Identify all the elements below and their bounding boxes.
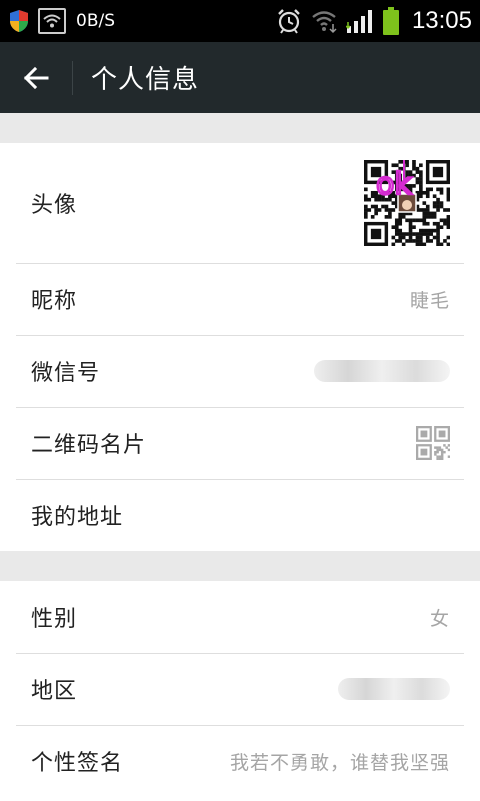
nickname-value: 睫毛 — [409, 289, 450, 312]
wifi-icon — [312, 11, 337, 34]
signature-value: 我若不勇敢，谁替我坚强 — [229, 751, 450, 774]
wechat-id-row[interactable]: 微信号 — [0, 335, 480, 407]
battery-icon — [382, 7, 399, 35]
page-title: 个人信息 — [91, 65, 200, 95]
profile-group: 头像 ok 昵称 睫毛 微信号 二维码名片 我的地址 — [0, 143, 480, 551]
region-label: 地区 — [31, 679, 78, 704]
gender-label: 性别 — [31, 607, 78, 632]
address-label: 我的地址 — [31, 505, 124, 530]
signal-icon — [345, 10, 372, 33]
details-group: 性别 女 地区 个性签名 我若不勇敢，谁替我坚强 — [0, 581, 480, 801]
qr-card-label: 二维码名片 — [31, 433, 147, 458]
status-bar: 0B/S 13:05 — [0, 0, 480, 42]
region-row[interactable]: 地区 — [0, 653, 480, 725]
avatar-qr-image: ok — [364, 160, 450, 246]
signature-row[interactable]: 个性签名 我若不勇敢，谁替我坚强 — [0, 725, 480, 797]
avatar-label: 头像 — [31, 193, 78, 218]
alarm-icon — [278, 9, 300, 34]
gender-row[interactable]: 性别 女 — [0, 581, 480, 653]
network-speed: 0B/S — [76, 11, 115, 31]
action-bar: 个人信息 — [0, 42, 480, 113]
avatar-overlay-text: ok — [376, 167, 412, 202]
arrow-left-icon — [23, 66, 49, 89]
wifi-hotspot-icon — [38, 8, 66, 34]
clock: 13:05 — [411, 7, 472, 34]
nickname-label: 昵称 — [31, 289, 78, 314]
qr-code-icon — [416, 426, 450, 460]
back-button[interactable] — [0, 42, 72, 113]
security-shield-icon — [10, 10, 28, 32]
address-row[interactable]: 我的地址 — [0, 479, 480, 551]
avatar-row[interactable]: 头像 ok — [0, 143, 480, 263]
region-value-redacted — [338, 678, 450, 700]
wechat-id-value-redacted — [314, 360, 450, 382]
wechat-id-label: 微信号 — [31, 361, 101, 386]
gender-value: 女 — [429, 607, 450, 630]
qr-card-row[interactable]: 二维码名片 — [0, 407, 480, 479]
nickname-row[interactable]: 昵称 睫毛 — [0, 263, 480, 335]
signature-label: 个性签名 — [31, 751, 124, 776]
